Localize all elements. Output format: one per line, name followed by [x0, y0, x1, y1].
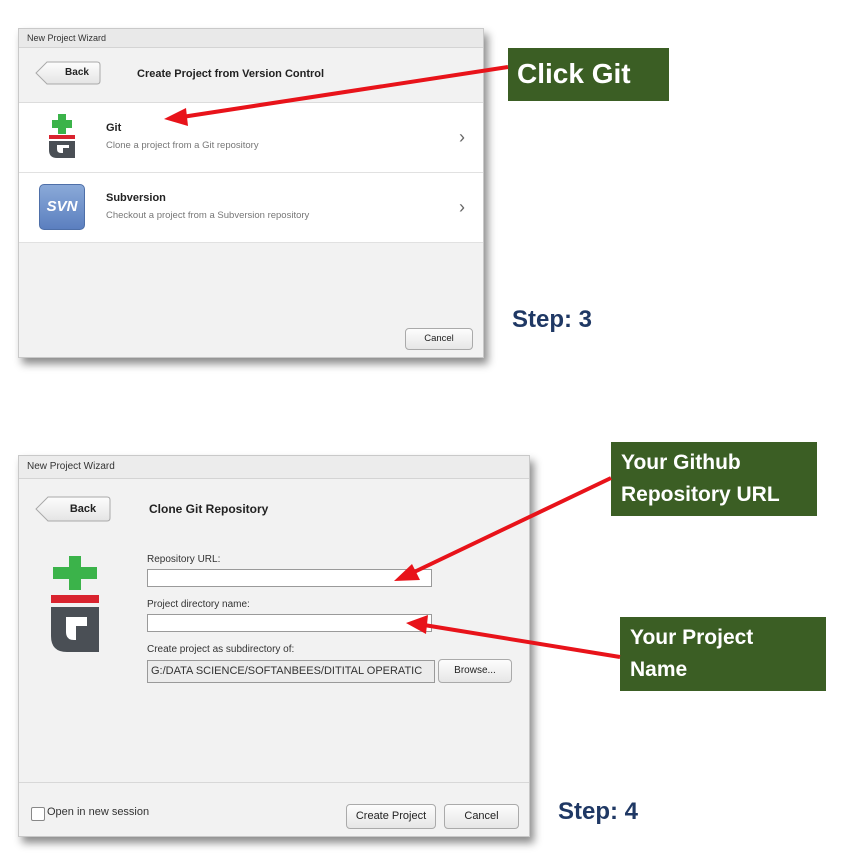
arrow-to-git-option: [181, 65, 509, 119]
arrow-head: [394, 564, 420, 581]
arrow-head: [406, 615, 428, 634]
arrow-head: [164, 108, 188, 126]
annotation-arrows: [164, 65, 621, 659]
arrow-to-project-name: [423, 623, 621, 659]
arrow-to-repository-url: [409, 476, 612, 576]
